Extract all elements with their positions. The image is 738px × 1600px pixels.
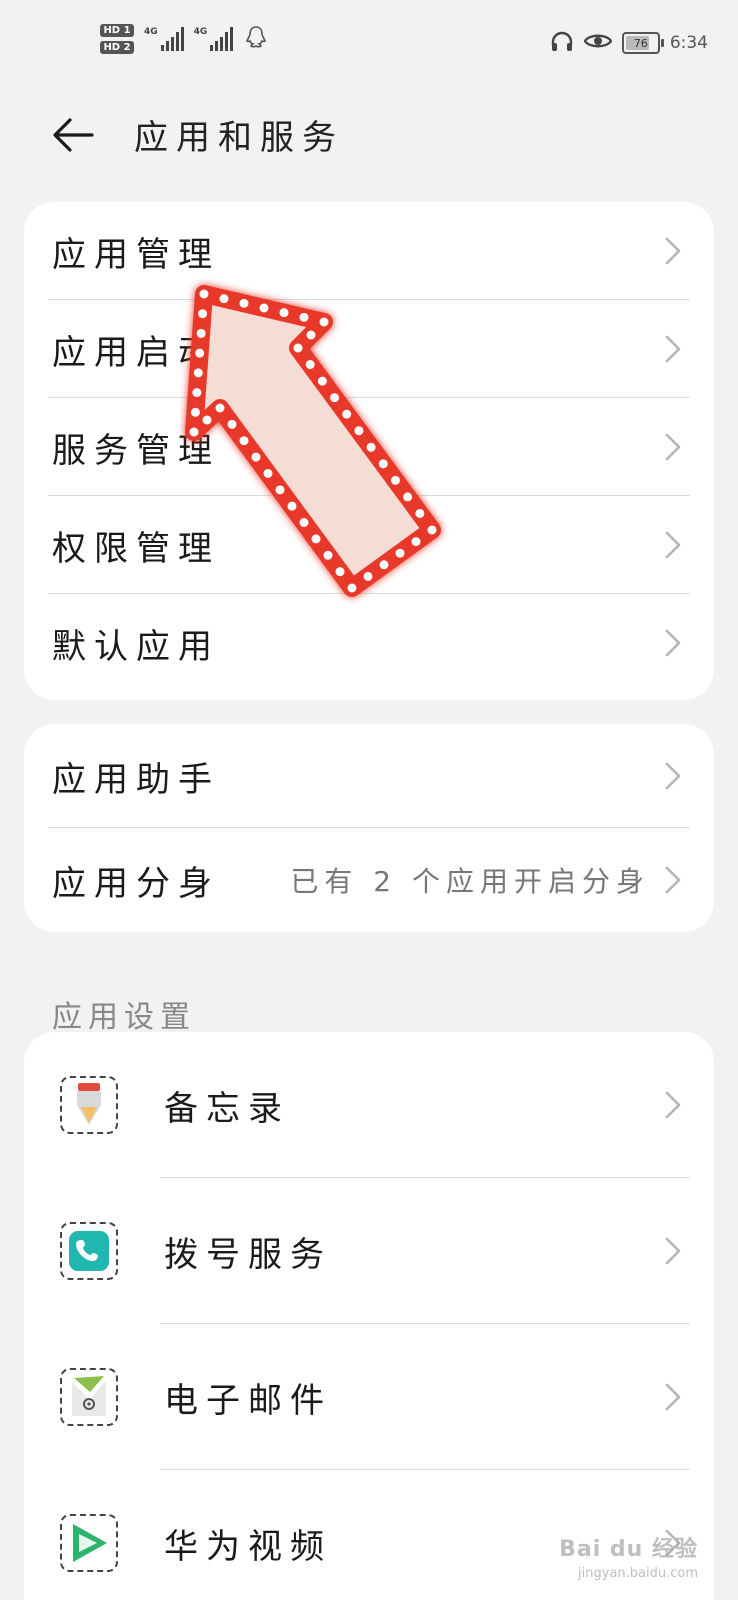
clock: 6:34 — [669, 33, 708, 53]
row-subtext: 已有 2 个应用开启分身 — [290, 865, 650, 898]
row-label: 应用助手 — [52, 759, 220, 800]
eye-comfort-icon — [583, 32, 613, 54]
hd-indicators: HD 1 HD 2 — [100, 24, 134, 54]
watermark: Bai du 经验 jingyan.baidu.com — [559, 1538, 698, 1586]
chevron-right-icon — [665, 1091, 681, 1119]
chevron-right-icon — [665, 335, 681, 363]
chevron-right-icon — [665, 237, 681, 265]
status-right: 76 6:34 — [550, 30, 708, 56]
chevron-right-icon — [665, 433, 681, 461]
chevron-right-icon — [665, 1383, 681, 1411]
battery-percent: 76 — [633, 36, 648, 50]
row-label: 应用管理 — [52, 234, 220, 275]
row-label: 权限管理 — [52, 528, 220, 569]
chevron-right-icon — [665, 629, 681, 657]
hd1-badge: HD 1 — [100, 24, 134, 37]
app-label: 电子邮件 — [164, 1380, 332, 1421]
row-label: 应用分身 — [52, 863, 220, 904]
app-row-dialer[interactable]: 拨号服务 — [24, 1178, 714, 1324]
management-card: 应用管理 应用启动管理 服务管理 权限管理 默认应用 — [24, 202, 714, 700]
app-label: 华为视频 — [164, 1526, 332, 1567]
network-type-1: 4G — [144, 27, 158, 37]
network-type-2: 4G — [193, 27, 208, 37]
phone-icon — [60, 1222, 118, 1280]
chevron-right-icon — [665, 762, 681, 790]
video-icon — [60, 1514, 118, 1572]
row-label: 默认应用 — [52, 626, 220, 667]
app-row-email[interactable]: 电子邮件 — [24, 1324, 714, 1470]
email-icon — [60, 1368, 118, 1426]
back-button[interactable] — [50, 112, 96, 158]
watermark-text: Bai du 经验 — [559, 1537, 698, 1562]
status-left: HD 1 HD 2 4G 4G — [100, 24, 267, 54]
row-app-twin[interactable]: 应用分身 已有 2 个应用开启分身 — [24, 828, 714, 932]
back-arrow-icon — [53, 118, 94, 152]
app-label: 备忘录 — [164, 1088, 290, 1129]
qq-icon — [245, 25, 267, 53]
row-permission-management[interactable]: 权限管理 — [24, 496, 714, 594]
section-title: 应用设置 — [52, 1000, 196, 1035]
app-row-memo[interactable]: 备忘录 — [24, 1032, 714, 1178]
hd2-badge: HD 2 — [100, 41, 134, 54]
status-bar: HD 1 HD 2 4G 4G 76 6:34 — [0, 0, 738, 90]
page-title: 应用和服务 — [134, 118, 344, 158]
app-label: 拨号服务 — [164, 1234, 332, 1275]
signal-icon-1: 4G — [144, 27, 184, 51]
watermark-url: jingyan.baidu.com — [578, 1566, 698, 1581]
chevron-right-icon — [665, 1237, 681, 1265]
row-service-management[interactable]: 服务管理 — [24, 398, 714, 496]
signal-icon-2: 4G — [194, 27, 234, 51]
row-label: 服务管理 — [52, 430, 220, 471]
memo-icon — [60, 1076, 118, 1134]
app-bar: 应用和服务 — [0, 90, 738, 180]
chevron-right-icon — [665, 866, 681, 894]
row-app-launch[interactable]: 应用启动管理 — [24, 300, 714, 398]
assistant-card: 应用助手 应用分身 已有 2 个应用开启分身 — [24, 724, 714, 932]
chevron-right-icon — [665, 531, 681, 559]
row-app-management[interactable]: 应用管理 — [24, 202, 714, 300]
row-app-assistant[interactable]: 应用助手 — [24, 724, 714, 828]
row-label: 应用启动管理 — [52, 332, 304, 373]
row-default-apps[interactable]: 默认应用 — [24, 594, 714, 692]
headphones-icon — [550, 30, 574, 56]
app-settings-card: 备忘录 拨号服务 电子邮件 华为视频 — [24, 1032, 714, 1600]
battery-icon: 76 — [621, 32, 664, 54]
